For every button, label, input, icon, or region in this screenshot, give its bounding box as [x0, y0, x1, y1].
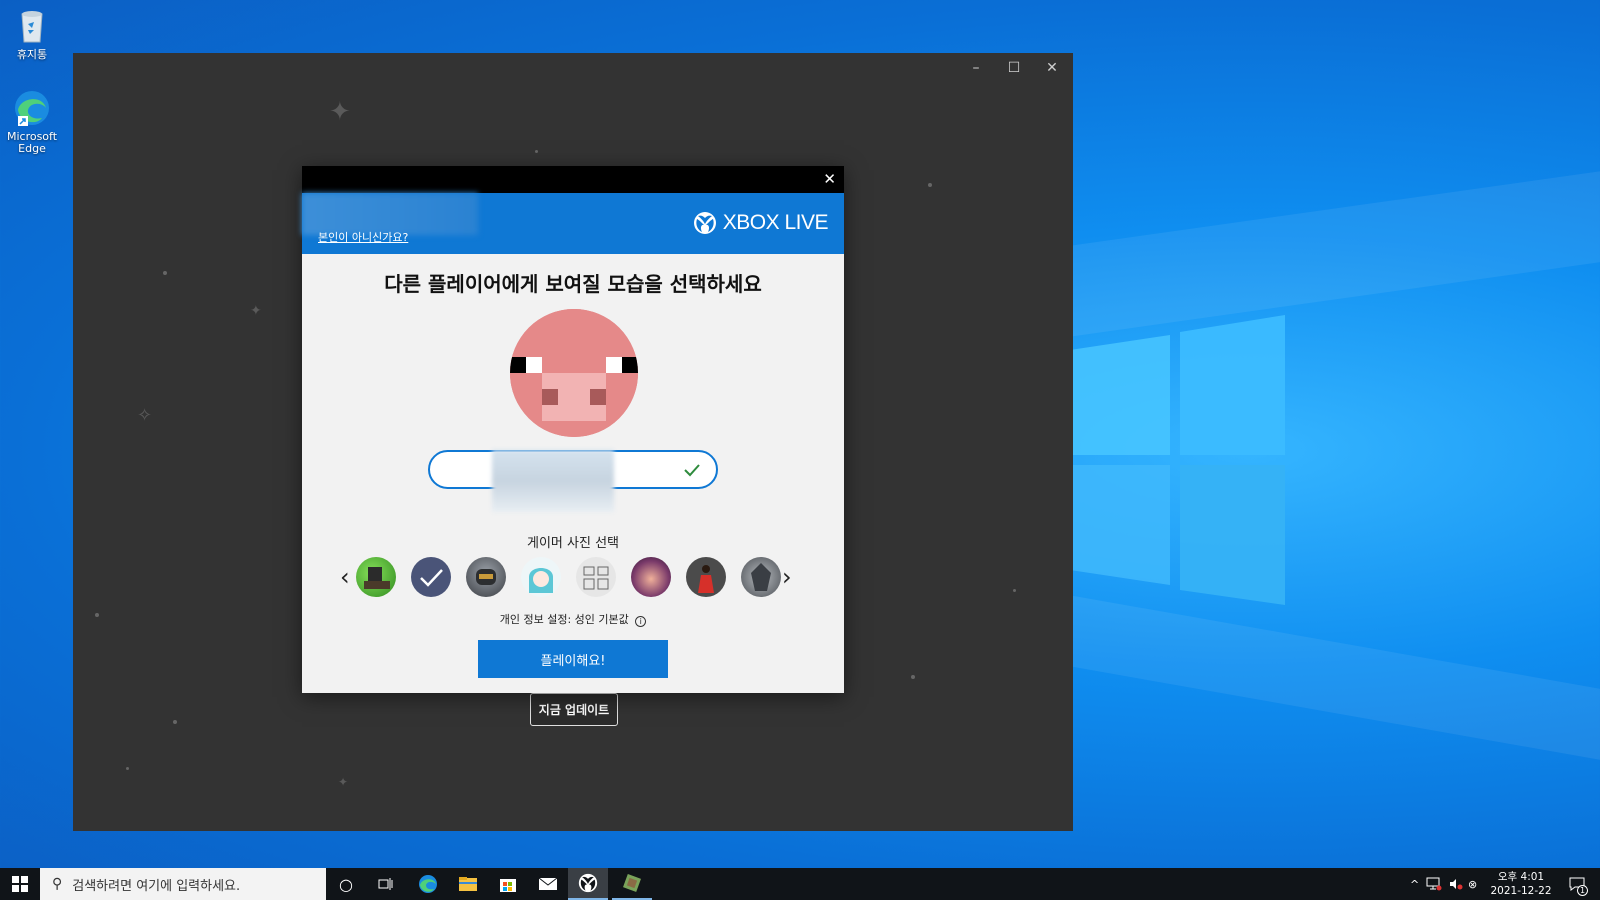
clock-time: 오후 4:01	[1497, 871, 1545, 883]
chevron-right-icon[interactable]: ›	[782, 563, 792, 591]
sparkle-decoration: ✧	[137, 405, 153, 426]
gamertag-input[interactable]	[428, 450, 718, 512]
star-dot	[126, 767, 129, 770]
xbox-taskbar-icon[interactable]	[568, 868, 608, 900]
privacy-settings: 개인 정보 설정: 성인 기본값 i	[302, 611, 844, 627]
desktop-icon-recycle-bin[interactable]: 휴지통	[4, 6, 60, 61]
dialog-close-button[interactable]: ✕	[823, 170, 836, 188]
selected-check-icon	[420, 569, 443, 587]
minimize-button[interactable]: –	[957, 53, 995, 83]
close-window-button[interactable]: ✕	[1033, 53, 1071, 83]
notification-count: 1	[1577, 885, 1588, 896]
xbox-icon	[693, 212, 716, 234]
search-icon: ⚲	[52, 876, 63, 892]
input-indicator-icon[interactable]: ⊗	[1468, 868, 1477, 900]
gamerpic-spartan-helmet[interactable]	[466, 557, 506, 597]
xbox-live-logo: XBOX LIVE	[693, 211, 829, 235]
recycle-bin-icon	[12, 6, 52, 46]
star-dot	[535, 150, 538, 153]
minimize-icon: –	[972, 60, 980, 76]
star-dot	[911, 675, 915, 679]
gamerpic-mech-robot[interactable]	[741, 557, 781, 597]
redacted-gamertag	[492, 450, 614, 512]
gamerpic-anime-girl[interactable]	[521, 557, 561, 597]
maximize-icon: ☐	[1007, 60, 1021, 76]
brand-text: XBOX LIVE	[722, 211, 829, 234]
task-view-icon[interactable]	[366, 868, 406, 900]
star-dot	[173, 720, 177, 724]
volume-icon[interactable]	[1448, 868, 1464, 900]
pig-avatar	[510, 309, 638, 437]
search-placeholder: 검색하려면 여기에 입력하세요.	[72, 878, 241, 894]
dialog-title: 다른 플레이어에게 보여질 모습을 선택하세요	[384, 272, 762, 296]
sparkle-decoration: ✦	[329, 97, 351, 127]
dialog-titlebar: ✕	[302, 166, 844, 193]
update-now-button[interactable]: 지금 업데이트	[530, 693, 618, 726]
taskbar-clock[interactable]: 오후 4:01 2021-12-22	[1488, 870, 1554, 898]
windows-logo-wallpaper	[1070, 315, 1285, 605]
gamerpic-carousel: ‹ ›	[340, 555, 806, 599]
chevron-left-icon[interactable]: ‹	[340, 563, 350, 591]
taskbar: ⚲ 검색하려면 여기에 입력하세요. ○ ^ ⊗ 오후 4:01 2021-12…	[0, 868, 1600, 900]
info-icon[interactable]: i	[635, 616, 647, 627]
star-dot	[163, 271, 167, 275]
not-you-link[interactable]: 본인이 아니신가요?	[318, 229, 408, 245]
gamerpic-robot-sketch[interactable]	[576, 557, 616, 597]
windows-start-icon	[12, 876, 28, 892]
privacy-text: 개인 정보 설정: 성인 기본값	[499, 613, 629, 626]
network-icon[interactable]	[1426, 868, 1442, 900]
desktop-icon-label: 휴지통	[16, 48, 48, 61]
desktop-icon-label: Microsoft Edge	[6, 130, 58, 155]
close-icon: ✕	[1046, 60, 1058, 76]
gamerpic-purple-creature[interactable]	[631, 557, 671, 597]
gamerpic-selected[interactable]	[411, 557, 451, 597]
start-button[interactable]	[0, 868, 40, 900]
clock-date: 2021-12-22	[1490, 885, 1552, 897]
taskbar-search-box[interactable]: ⚲ 검색하려면 여기에 입력하세요.	[40, 868, 326, 900]
show-hidden-icons-button[interactable]: ^	[1410, 868, 1419, 900]
file-explorer-icon[interactable]	[448, 868, 488, 900]
xbox-profile-dialog: ✕ 본인이 아니신가요? XBOX LIVE 다른 플레이어에게 보여질 모습을…	[302, 166, 844, 693]
minecraft-icon[interactable]	[612, 868, 652, 900]
star-dot	[928, 183, 932, 187]
mail-icon[interactable]	[528, 868, 568, 900]
sparkle-decoration: ✦	[250, 303, 262, 319]
star-dot	[1013, 589, 1016, 592]
action-center-button[interactable]: 1	[1562, 868, 1592, 900]
store-icon[interactable]	[488, 868, 528, 900]
gamerpic-label: 게이머 사진 선택	[527, 536, 619, 551]
play-button[interactable]: 플레이해요!	[478, 640, 668, 678]
maximize-button[interactable]: ☐	[995, 53, 1033, 83]
gamerpic-red-dress-character[interactable]	[686, 557, 726, 597]
edge-taskbar-icon[interactable]	[408, 868, 448, 900]
desktop-icon-edge[interactable]: Microsoft Edge	[4, 88, 60, 155]
sparkle-decoration: ✦	[338, 775, 349, 789]
cortana-icon[interactable]: ○	[326, 868, 366, 900]
gamerpic-green-adventurer[interactable]	[356, 557, 396, 597]
check-icon	[684, 464, 700, 477]
edge-icon	[12, 88, 52, 128]
star-dot	[95, 613, 99, 617]
xbox-banner: 본인이 아니신가요? XBOX LIVE	[302, 193, 844, 254]
